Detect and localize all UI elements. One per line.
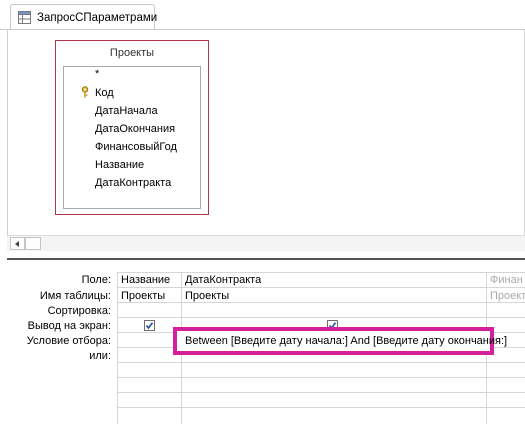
row-label-criteria: Условие отбора:	[26, 335, 111, 347]
field-item-id[interactable]: Код	[95, 87, 114, 99]
grid-line	[117, 407, 525, 408]
splitter-bar[interactable]	[7, 258, 525, 260]
query-tab[interactable]: ЗапросСПараметрами	[10, 4, 158, 30]
criteria-highlight[interactable]: Between [Введите дату начала:] And [Введ…	[173, 327, 507, 355]
field-item-contract-date[interactable]: ДатаКонтракта	[95, 177, 171, 189]
grid-line	[117, 362, 525, 363]
field-item-fiscal-year[interactable]: ФинансовыйГод	[95, 141, 177, 153]
grid-line	[117, 272, 525, 273]
arrow-left-icon	[15, 241, 19, 247]
pane-left-edge	[7, 30, 8, 248]
column-3-field[interactable]: Финан	[490, 274, 523, 286]
grid-line	[117, 317, 525, 318]
column-2-field[interactable]: ДатаКонтракта	[185, 274, 261, 286]
row-label-field: Поле:	[81, 274, 111, 286]
checkmark-icon	[145, 322, 154, 330]
row-label-show: Вывод на экран:	[27, 320, 111, 332]
column-2-table[interactable]: Проекты	[185, 290, 229, 302]
row-label-or: или:	[89, 350, 111, 362]
field-item-end-date[interactable]: ДатаОкончания	[95, 123, 175, 135]
field-item-start-date[interactable]: ДатаНачала	[95, 105, 158, 117]
field-item-name[interactable]: Название	[95, 159, 144, 171]
grid-line	[117, 392, 525, 393]
grid-line	[117, 302, 525, 303]
column-1-show-checkbox[interactable]	[144, 320, 155, 331]
grid-line	[117, 287, 525, 288]
column-3-table[interactable]: Проект	[490, 290, 525, 302]
key-icon	[81, 86, 89, 98]
horizontal-scrollbar[interactable]	[7, 235, 525, 251]
column-1-field[interactable]: Название	[121, 274, 170, 286]
table-title: Проекты	[109, 47, 155, 59]
grid-line	[117, 377, 525, 378]
column-2-criteria[interactable]: Between [Введите дату начала:] And [Введ…	[185, 335, 507, 347]
query-icon	[18, 11, 31, 24]
grid-column-divider	[117, 272, 118, 424]
scroll-left-button[interactable]	[10, 237, 25, 250]
row-label-sort: Сортировка:	[47, 305, 111, 317]
scroll-thumb[interactable]	[25, 237, 41, 250]
field-item-all[interactable]: *	[95, 68, 99, 80]
column-1-table[interactable]: Проекты	[121, 290, 165, 302]
query-tab-label: ЗапросСПараметрами	[37, 12, 158, 24]
row-label-table: Имя таблицы:	[39, 290, 111, 302]
